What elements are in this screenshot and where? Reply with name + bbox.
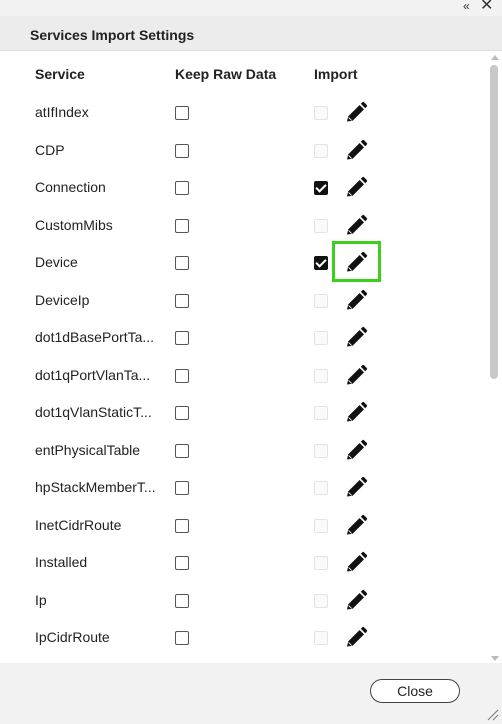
service-row: entPhysicalTable xyxy=(0,432,488,469)
service-name: DeviceIp xyxy=(35,291,90,308)
resize-grip-icon[interactable] xyxy=(485,707,499,721)
pencil-edit-icon[interactable] xyxy=(343,475,369,501)
service-row: hpStackMemberT... xyxy=(0,469,488,506)
keep-raw-data-checkbox[interactable] xyxy=(175,143,189,158)
pencil-edit-icon[interactable] xyxy=(343,625,369,651)
pencil-edit-icon[interactable] xyxy=(343,363,369,389)
keep-raw-data-checkbox[interactable] xyxy=(175,293,189,308)
service-name: entPhysicalTable xyxy=(35,441,141,458)
collapse-icon[interactable]: « xyxy=(463,0,470,12)
keep-raw-data-checkbox[interactable] xyxy=(175,518,189,533)
keep-raw-data-checkbox[interactable] xyxy=(175,593,189,608)
pencil-edit-icon[interactable] xyxy=(343,513,369,539)
keep-raw-data-checkbox[interactable] xyxy=(175,181,189,195)
service-name: dot1qPortVlanTa... xyxy=(35,366,151,383)
import-checkbox xyxy=(314,143,328,158)
column-header-keep-raw-data: Keep Raw Data xyxy=(175,66,277,82)
pencil-edit-icon[interactable] xyxy=(343,400,369,426)
pencil-edit-icon[interactable] xyxy=(343,588,369,614)
import-checkbox xyxy=(314,556,328,570)
import-checkbox xyxy=(314,293,328,308)
keep-raw-data-checkbox[interactable] xyxy=(175,218,189,233)
column-header-import: Import xyxy=(314,66,358,82)
import-checkbox xyxy=(314,406,328,420)
service-name: InetCidrRoute xyxy=(35,516,122,533)
service-row: atIfIndex xyxy=(0,94,488,131)
keep-raw-data-checkbox[interactable] xyxy=(175,556,189,570)
service-row: Device xyxy=(0,244,488,281)
import-checkbox xyxy=(314,331,328,345)
service-name: Connection xyxy=(35,179,106,195)
dialog-title: Services Import Settings xyxy=(30,27,195,43)
service-name: dot1qVlanStaticT... xyxy=(35,404,152,420)
service-name: CustomMibs xyxy=(35,216,113,233)
service-row: Connection xyxy=(0,169,488,206)
keep-raw-data-checkbox[interactable] xyxy=(175,443,189,458)
pencil-edit-icon[interactable] xyxy=(343,438,369,464)
service-row: dot1qVlanStaticT... xyxy=(0,394,488,431)
service-name: dot1dBasePortTa... xyxy=(35,329,155,345)
pencil-edit-icon[interactable] xyxy=(343,550,369,576)
service-row: DeviceIp xyxy=(0,282,488,319)
keep-raw-data-checkbox[interactable] xyxy=(175,106,189,120)
service-name: Device xyxy=(35,254,78,270)
service-row: InetCidrRoute xyxy=(0,507,488,544)
service-row: Ip xyxy=(0,582,488,619)
pencil-edit-icon[interactable] xyxy=(343,175,369,201)
pencil-edit-icon[interactable] xyxy=(343,100,369,126)
pencil-edit-icon[interactable] xyxy=(343,138,369,164)
scrollbar-thumb[interactable] xyxy=(490,65,498,379)
import-checkbox xyxy=(314,368,328,383)
import-checkbox[interactable] xyxy=(314,256,328,270)
service-name: Ip xyxy=(35,591,47,608)
service-name: atIfIndex xyxy=(35,104,89,120)
service-row: IpCidrRoute xyxy=(0,619,488,656)
import-checkbox xyxy=(314,481,328,495)
import-checkbox xyxy=(314,443,328,458)
import-checkbox[interactable] xyxy=(314,181,328,195)
scroll-down-arrow-icon[interactable] xyxy=(491,656,499,661)
pencil-edit-icon[interactable] xyxy=(343,288,369,314)
dialog-header: Services Import Settings xyxy=(0,16,502,51)
pencil-edit-icon[interactable] xyxy=(343,325,369,351)
service-row: dot1dBasePortTa... xyxy=(0,319,488,356)
service-row: dot1qPortVlanTa... xyxy=(0,357,488,394)
close-button[interactable]: Close xyxy=(370,679,460,703)
keep-raw-data-checkbox[interactable] xyxy=(175,331,189,345)
import-checkbox xyxy=(314,106,328,120)
services-panel: Service Keep Raw Data Import atIfIndex CD… xyxy=(0,51,502,663)
import-checkbox xyxy=(314,218,328,233)
keep-raw-data-checkbox[interactable] xyxy=(175,368,189,383)
pencil-edit-icon[interactable] xyxy=(343,250,369,276)
service-name: Installed xyxy=(35,554,88,570)
service-row: CustomMibs xyxy=(0,207,488,244)
keep-raw-data-checkbox[interactable] xyxy=(175,256,189,270)
keep-raw-data-checkbox[interactable] xyxy=(175,481,189,495)
import-checkbox xyxy=(314,593,328,608)
keep-raw-data-checkbox[interactable] xyxy=(175,406,189,420)
service-name: hpStackMemberT... xyxy=(35,479,156,495)
scroll-up-arrow-icon[interactable] xyxy=(491,55,499,60)
keep-raw-data-checkbox[interactable] xyxy=(175,631,189,645)
close-icon[interactable]: ✕ xyxy=(480,0,493,14)
service-row: CDP xyxy=(0,132,488,169)
pencil-edit-icon[interactable] xyxy=(343,213,369,239)
window-top-bar: « ✕ xyxy=(0,0,502,16)
column-header-service: Service xyxy=(35,66,85,82)
import-checkbox xyxy=(314,518,328,533)
service-name: IpCidrRoute xyxy=(35,629,110,645)
import-checkbox xyxy=(314,631,328,645)
service-name: CDP xyxy=(35,141,65,158)
service-row: Installed xyxy=(0,544,488,581)
